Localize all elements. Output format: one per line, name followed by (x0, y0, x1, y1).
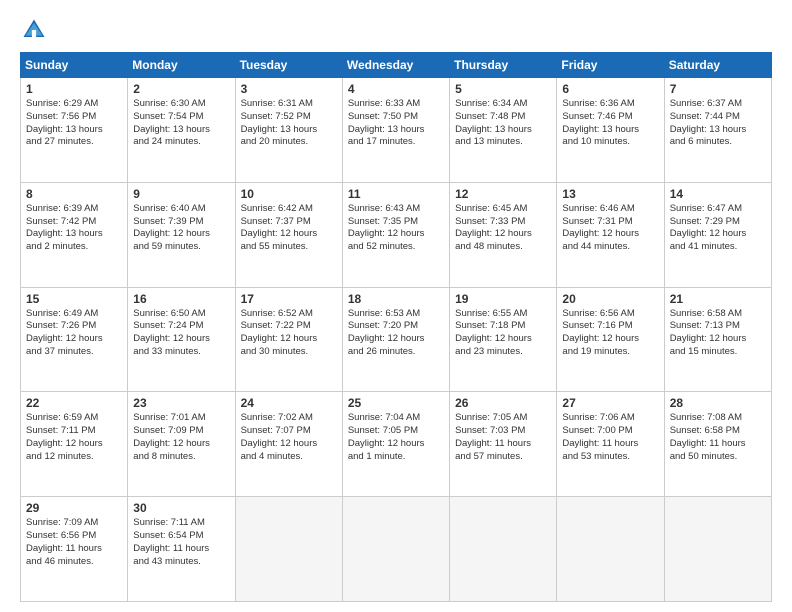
col-header-thursday: Thursday (450, 53, 557, 78)
calendar-week-2: 8Sunrise: 6:39 AMSunset: 7:42 PMDaylight… (21, 182, 772, 287)
calendar-day-6: 6Sunrise: 6:36 AMSunset: 7:46 PMDaylight… (557, 78, 664, 183)
calendar-day-11: 11Sunrise: 6:43 AMSunset: 7:35 PMDayligh… (342, 182, 449, 287)
calendar-day-empty (557, 497, 664, 602)
calendar-day-9: 9Sunrise: 6:40 AMSunset: 7:39 PMDaylight… (128, 182, 235, 287)
calendar-day-29: 29Sunrise: 7:09 AMSunset: 6:56 PMDayligh… (21, 497, 128, 602)
calendar-day-21: 21Sunrise: 6:58 AMSunset: 7:13 PMDayligh… (664, 287, 771, 392)
calendar-day-2: 2Sunrise: 6:30 AMSunset: 7:54 PMDaylight… (128, 78, 235, 183)
calendar-day-5: 5Sunrise: 6:34 AMSunset: 7:48 PMDaylight… (450, 78, 557, 183)
calendar-header-row: SundayMondayTuesdayWednesdayThursdayFrid… (21, 53, 772, 78)
calendar-day-26: 26Sunrise: 7:05 AMSunset: 7:03 PMDayligh… (450, 392, 557, 497)
calendar-day-24: 24Sunrise: 7:02 AMSunset: 7:07 PMDayligh… (235, 392, 342, 497)
calendar-day-16: 16Sunrise: 6:50 AMSunset: 7:24 PMDayligh… (128, 287, 235, 392)
calendar-day-13: 13Sunrise: 6:46 AMSunset: 7:31 PMDayligh… (557, 182, 664, 287)
calendar-day-15: 15Sunrise: 6:49 AMSunset: 7:26 PMDayligh… (21, 287, 128, 392)
calendar-day-12: 12Sunrise: 6:45 AMSunset: 7:33 PMDayligh… (450, 182, 557, 287)
header (20, 16, 772, 44)
calendar-day-empty (450, 497, 557, 602)
calendar-day-30: 30Sunrise: 7:11 AMSunset: 6:54 PMDayligh… (128, 497, 235, 602)
col-header-saturday: Saturday (664, 53, 771, 78)
col-header-friday: Friday (557, 53, 664, 78)
calendar-day-8: 8Sunrise: 6:39 AMSunset: 7:42 PMDaylight… (21, 182, 128, 287)
calendar-day-empty (342, 497, 449, 602)
logo (20, 16, 52, 44)
calendar-week-4: 22Sunrise: 6:59 AMSunset: 7:11 PMDayligh… (21, 392, 772, 497)
calendar-day-7: 7Sunrise: 6:37 AMSunset: 7:44 PMDaylight… (664, 78, 771, 183)
col-header-monday: Monday (128, 53, 235, 78)
calendar-day-23: 23Sunrise: 7:01 AMSunset: 7:09 PMDayligh… (128, 392, 235, 497)
calendar-day-18: 18Sunrise: 6:53 AMSunset: 7:20 PMDayligh… (342, 287, 449, 392)
calendar-day-14: 14Sunrise: 6:47 AMSunset: 7:29 PMDayligh… (664, 182, 771, 287)
col-header-tuesday: Tuesday (235, 53, 342, 78)
calendar-day-1: 1Sunrise: 6:29 AMSunset: 7:56 PMDaylight… (21, 78, 128, 183)
calendar-table: SundayMondayTuesdayWednesdayThursdayFrid… (20, 52, 772, 602)
calendar-week-3: 15Sunrise: 6:49 AMSunset: 7:26 PMDayligh… (21, 287, 772, 392)
calendar-day-20: 20Sunrise: 6:56 AMSunset: 7:16 PMDayligh… (557, 287, 664, 392)
calendar-day-28: 28Sunrise: 7:08 AMSunset: 6:58 PMDayligh… (664, 392, 771, 497)
logo-icon (20, 16, 48, 44)
calendar-day-empty (235, 497, 342, 602)
calendar-day-22: 22Sunrise: 6:59 AMSunset: 7:11 PMDayligh… (21, 392, 128, 497)
calendar-day-17: 17Sunrise: 6:52 AMSunset: 7:22 PMDayligh… (235, 287, 342, 392)
calendar-day-27: 27Sunrise: 7:06 AMSunset: 7:00 PMDayligh… (557, 392, 664, 497)
calendar-week-1: 1Sunrise: 6:29 AMSunset: 7:56 PMDaylight… (21, 78, 772, 183)
calendar-day-19: 19Sunrise: 6:55 AMSunset: 7:18 PMDayligh… (450, 287, 557, 392)
calendar-week-5: 29Sunrise: 7:09 AMSunset: 6:56 PMDayligh… (21, 497, 772, 602)
calendar-day-4: 4Sunrise: 6:33 AMSunset: 7:50 PMDaylight… (342, 78, 449, 183)
calendar-day-3: 3Sunrise: 6:31 AMSunset: 7:52 PMDaylight… (235, 78, 342, 183)
calendar-day-25: 25Sunrise: 7:04 AMSunset: 7:05 PMDayligh… (342, 392, 449, 497)
calendar-day-empty (664, 497, 771, 602)
calendar-day-10: 10Sunrise: 6:42 AMSunset: 7:37 PMDayligh… (235, 182, 342, 287)
col-header-sunday: Sunday (21, 53, 128, 78)
col-header-wednesday: Wednesday (342, 53, 449, 78)
